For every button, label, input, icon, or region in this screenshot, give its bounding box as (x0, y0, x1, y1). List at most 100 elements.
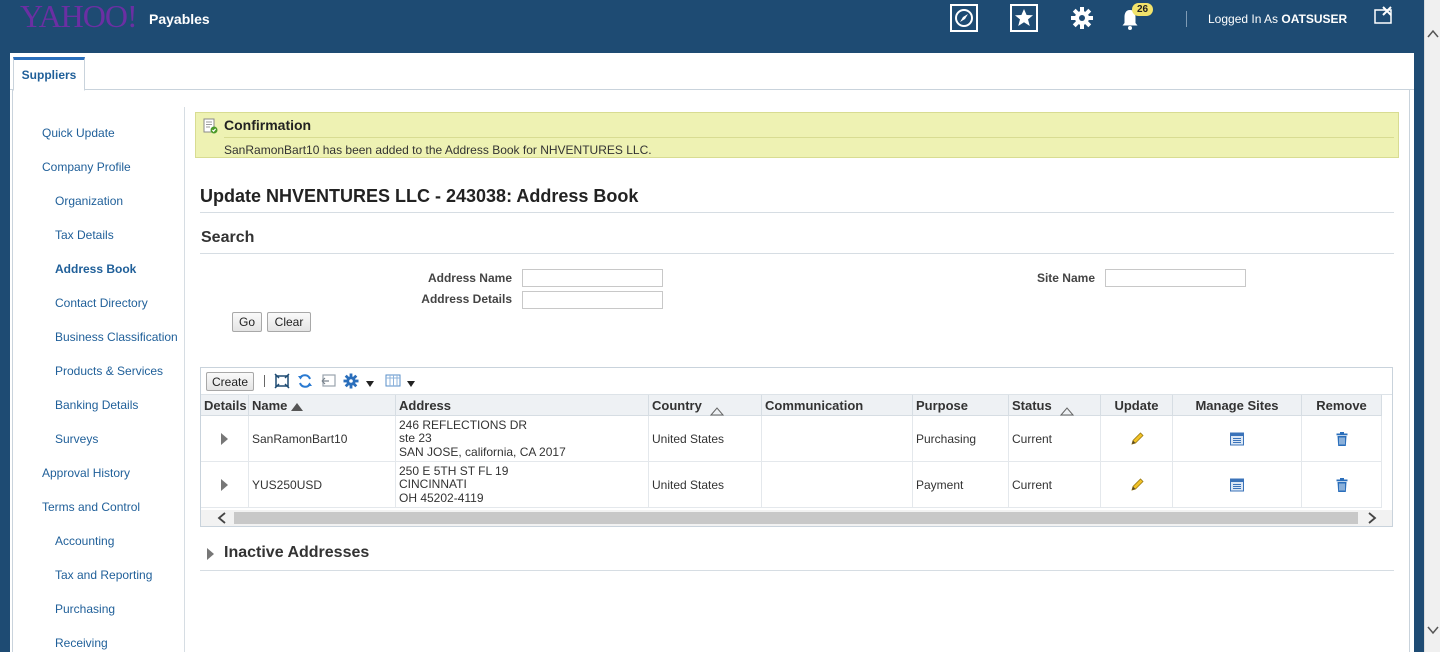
revert-icon[interactable] (320, 373, 336, 392)
update-pencil-icon[interactable] (1101, 462, 1173, 508)
remove-trash-icon[interactable] (1302, 462, 1382, 508)
column-header-name[interactable]: Name (249, 395, 396, 416)
yahoo-logo[interactable]: YAHOO! (20, 0, 138, 35)
sidebar-item-products-services[interactable]: Products & Services (55, 364, 163, 378)
sidebar-item-business-classification[interactable]: Business Classification (55, 330, 178, 344)
notification-count-badge[interactable]: 26 (1132, 3, 1154, 16)
column-header-name-label: Name (252, 398, 288, 413)
title-divider (200, 212, 1394, 213)
go-button[interactable]: Go (232, 312, 262, 332)
confirmation-banner: Confirmation SanRamonBart10 has been add… (195, 112, 1399, 158)
horizontal-scrollbar[interactable] (201, 510, 1392, 526)
settings-gear-icon[interactable] (1068, 4, 1096, 32)
sidebar-item-contact-directory[interactable]: Contact Directory (55, 296, 148, 310)
address-details-label: Address Details (421, 292, 512, 306)
row-status: Current (1009, 416, 1101, 462)
app-title: Payables (149, 11, 210, 27)
details-expander-icon[interactable] (201, 416, 249, 462)
row-address: 246 REFLECTIONS DR ste 23 SAN JOSE, cali… (396, 416, 649, 462)
row-purpose: Purchasing (913, 416, 1009, 462)
inactive-expander-icon[interactable] (207, 548, 214, 560)
sidebar-item-approval-history[interactable]: Approval History (42, 466, 130, 480)
sidebar-item-surveys[interactable]: Surveys (55, 432, 98, 446)
confirmation-title: Confirmation (224, 117, 312, 133)
address-table: Create Details Name Address Country Comm… (200, 367, 1393, 527)
refresh-icon[interactable] (297, 373, 313, 392)
inactive-addresses-label[interactable]: Inactive Addresses (224, 544, 369, 562)
scroll-left-arrow[interactable] (214, 510, 230, 526)
row-address: 250 E 5TH ST FL 19 CINCINNATI OH 45202-4… (396, 462, 649, 508)
column-header-remove: Remove (1302, 395, 1382, 416)
sidebar-item-tax-and-reporting[interactable]: Tax and Reporting (55, 568, 152, 582)
settings-dropdown-arrow-icon[interactable] (365, 377, 375, 391)
side-navigation: Quick Update Company Profile Organizatio… (11, 107, 185, 652)
update-pencil-icon[interactable] (1101, 416, 1173, 462)
header-divider (1186, 11, 1187, 27)
table-row: SanRamonBart10 246 REFLECTIONS DR ste 23… (201, 416, 1382, 462)
details-expander-icon[interactable] (201, 462, 249, 508)
table-row: YUS250USD 250 E 5TH ST FL 19 CINCINNATI … (201, 462, 1382, 508)
logged-in-username: OATSUSER (1281, 12, 1348, 26)
address-name-input[interactable] (522, 269, 663, 287)
column-header-status[interactable]: Status (1009, 395, 1101, 416)
tab-suppliers[interactable]: Suppliers (13, 57, 85, 91)
sidebar-item-address-book[interactable]: Address Book (55, 262, 136, 276)
column-header-details: Details (201, 395, 249, 416)
site-name-input[interactable] (1105, 269, 1246, 287)
search-divider (200, 253, 1394, 254)
column-header-purpose: Purpose (913, 395, 1009, 416)
address-name-label: Address Name (427, 271, 512, 285)
confirmation-divider (224, 137, 1394, 138)
address-line: ste 23 (399, 431, 432, 446)
vertical-scrollbar[interactable] (1424, 0, 1440, 652)
sort-ascending-icon[interactable] (291, 402, 304, 411)
sidebar-item-purchasing[interactable]: Purchasing (55, 602, 115, 616)
sidebar-item-tax-details[interactable]: Tax Details (55, 228, 114, 242)
scroll-down-arrow[interactable] (1427, 624, 1439, 638)
remove-trash-icon[interactable] (1302, 416, 1382, 462)
address-details-input[interactable] (522, 291, 663, 309)
row-communication (762, 462, 913, 508)
compass-icon[interactable] (950, 4, 978, 32)
address-line: 246 REFLECTIONS DR (399, 417, 528, 432)
column-header-address: Address (396, 395, 649, 416)
close-window-icon[interactable] (1374, 6, 1394, 26)
favorites-star-icon[interactable] (1010, 4, 1038, 32)
detach-table-icon[interactable] (274, 373, 290, 392)
column-header-manage-sites: Manage Sites (1173, 395, 1302, 416)
row-country: United States (649, 416, 762, 462)
confirmation-message: SanRamonBart10 has been added to the Add… (224, 143, 652, 157)
column-header-country-label: Country (652, 398, 702, 413)
view-dropdown-arrow-icon[interactable] (406, 377, 416, 391)
table-toolbar: Create (201, 368, 1392, 395)
top-header-bar: YAHOO! Payables 26 Logged In As OATSUSER (0, 0, 1424, 53)
site-name-label: Site Name (1036, 271, 1095, 285)
column-header-country[interactable]: Country (649, 395, 762, 416)
row-country: United States (649, 462, 762, 508)
logged-in-prefix: Logged In As (1208, 12, 1282, 26)
sidebar-item-terms-and-control[interactable]: Terms and Control (42, 500, 140, 514)
columns-view-icon[interactable] (385, 373, 401, 392)
manage-sites-icon[interactable] (1173, 462, 1302, 508)
table-settings-gear-icon[interactable] (343, 373, 359, 392)
sidebar-item-banking-details[interactable]: Banking Details (55, 398, 138, 412)
create-button[interactable]: Create (206, 372, 255, 391)
manage-sites-icon[interactable] (1173, 416, 1302, 462)
address-line: SAN JOSE, california, CA 2017 (399, 444, 566, 459)
row-communication (762, 416, 913, 462)
address-line: 250 E 5TH ST FL 19 (399, 463, 509, 478)
sidebar-item-receiving[interactable]: Receiving (55, 636, 108, 650)
sidebar-item-quick-update[interactable]: Quick Update (42, 126, 115, 140)
clear-button[interactable]: Clear (267, 312, 311, 332)
horizontal-scroll-thumb[interactable] (234, 512, 1358, 524)
sidebar-item-accounting[interactable]: Accounting (55, 534, 114, 548)
scroll-right-arrow[interactable] (1364, 510, 1380, 526)
sidebar-item-company-profile[interactable]: Company Profile (42, 160, 131, 174)
sidebar-item-organization[interactable]: Organization (55, 194, 123, 208)
page-title: Update NHVENTURES LLC - 243038: Address … (200, 186, 639, 206)
scroll-up-arrow[interactable] (1427, 28, 1439, 42)
table-header: Details Name Address Country Communicati… (201, 395, 1382, 416)
column-header-update: Update (1101, 395, 1173, 416)
column-header-communication: Communication (762, 395, 913, 416)
inactive-divider (200, 570, 1394, 571)
